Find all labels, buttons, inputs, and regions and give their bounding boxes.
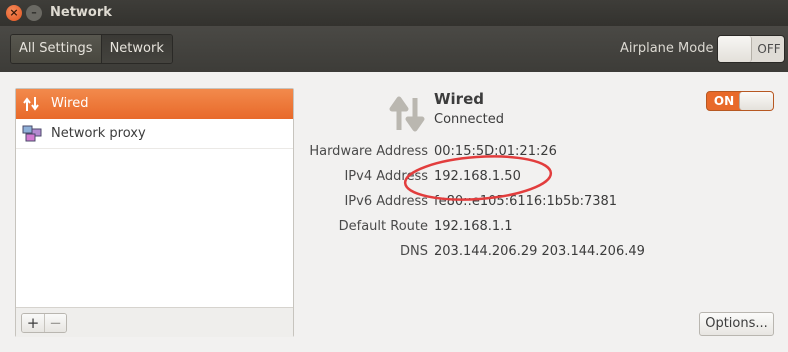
breadcrumb-all-settings[interactable]: All Settings	[11, 35, 101, 63]
remove-connection-button[interactable]: −	[44, 314, 66, 332]
network-proxy-icon	[22, 125, 42, 142]
wired-arrows-icon	[23, 97, 39, 111]
minimize-button[interactable]: –	[26, 5, 42, 21]
title-bar: × – Network	[0, 0, 788, 26]
list-buttons: + −	[21, 313, 67, 333]
sidebar-item-label: Wired	[51, 96, 89, 111]
connection-name: Wired	[434, 90, 484, 108]
airplane-mode-state: OFF	[757, 42, 781, 56]
connection-list: Wired Network proxy + −	[15, 88, 294, 337]
connection-status: Connected	[434, 112, 505, 127]
window-title: Network	[50, 5, 112, 20]
wired-connection-switch[interactable]: ON	[706, 91, 774, 111]
detail-key: Default Route	[338, 219, 428, 234]
airplane-mode-label: Airplane Mode	[620, 41, 714, 56]
toolbar: All Settings Network Airplane Mode OFF	[0, 26, 788, 72]
switch-knob	[739, 92, 773, 110]
add-connection-button[interactable]: +	[22, 314, 44, 332]
highlight-ellipse-annotation	[403, 155, 553, 201]
detail-key: DNS	[400, 244, 428, 259]
options-button[interactable]: Options...	[699, 312, 774, 336]
sidebar-item-label: Network proxy	[51, 126, 146, 141]
breadcrumb: All Settings Network	[10, 34, 173, 64]
wired-connection-icon	[389, 96, 425, 132]
detail-value: 203.144.206.29 203.144.206.49	[434, 244, 645, 259]
airplane-mode-switch[interactable]: OFF	[717, 35, 785, 63]
detail-value: 192.168.1.1	[434, 219, 513, 234]
sidebar-item-wired[interactable]: Wired	[16, 89, 293, 119]
wired-switch-state: ON	[713, 94, 735, 108]
content-area: Wired Network proxy + − Wired Connected …	[0, 72, 788, 352]
close-button[interactable]: ×	[6, 5, 22, 21]
list-toolbar: + −	[16, 307, 293, 337]
sidebar-item-network-proxy[interactable]: Network proxy	[16, 119, 293, 149]
detail-row-dns: DNS 203.144.206.29 203.144.206.49	[300, 244, 780, 264]
switch-knob	[718, 36, 752, 62]
breadcrumb-network[interactable]: Network	[100, 35, 172, 63]
detail-row-default-route: Default Route 192.168.1.1	[300, 219, 780, 239]
